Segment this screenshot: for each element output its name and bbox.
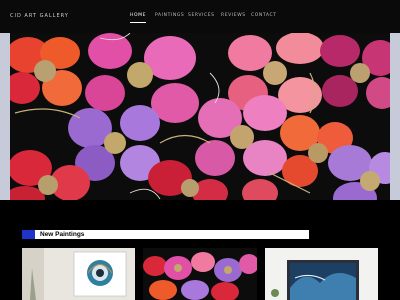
- painting-thumbnail-1: [22, 248, 135, 300]
- section-title: New Paintings: [40, 231, 85, 238]
- painting-card-1[interactable]: [22, 248, 135, 300]
- section-header: New Paintings: [22, 230, 309, 239]
- painting-thumbnail-2: [143, 248, 257, 300]
- main-nav: HOME PAINTINGS SERVICES REVIEWS CONTACT: [0, 13, 400, 23]
- nav-contact[interactable]: CONTACT: [251, 13, 277, 18]
- painting-thumbnail-3: [265, 248, 378, 300]
- painting-card-3[interactable]: [265, 248, 378, 300]
- hero-banner: [0, 33, 400, 200]
- top-bar: CID ART GALLERY HOME PAINTINGS SERVICES …: [0, 0, 400, 33]
- painting-card-2[interactable]: [143, 248, 257, 300]
- nav-reviews[interactable]: REVIEWS: [221, 13, 246, 18]
- hero-painting-image: [10, 33, 390, 200]
- nav-paintings[interactable]: PAINTINGS: [155, 13, 184, 18]
- nav-home[interactable]: HOME: [130, 13, 147, 23]
- nav-services[interactable]: SERVICES: [188, 13, 215, 18]
- section-marker: [22, 230, 35, 239]
